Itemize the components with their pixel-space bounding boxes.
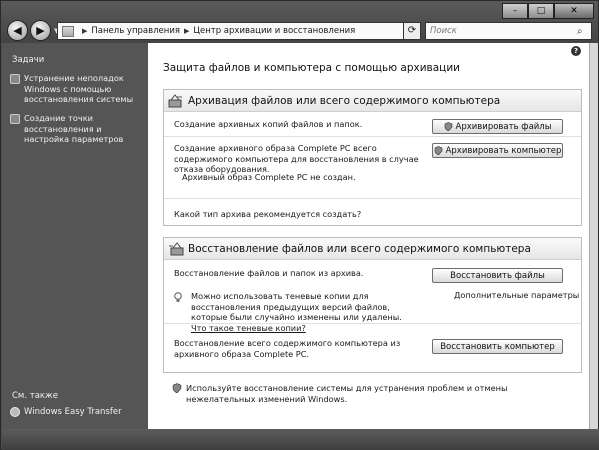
shield-icon: [172, 383, 182, 393]
search-input[interactable]: Поиск: [430, 26, 577, 36]
task-system-restore[interactable]: Устранение неполадок Windows с помощью в…: [10, 73, 144, 105]
chevron-right-icon[interactable]: ▶: [82, 27, 87, 35]
restore-pc-row: Восстановление всего содержимого компьют…: [164, 324, 581, 372]
restore-files-text: Восстановление файлов и папок из архива.: [174, 268, 364, 278]
vertical-scrollbar[interactable]: [589, 43, 598, 429]
backup-heading: Архивация файлов или всего содержимого к…: [188, 94, 501, 107]
backup-pc-status: Архивный образ Complete PC не создан.: [182, 172, 356, 182]
see-also-header: См. также: [12, 391, 58, 401]
window-controls: – □ ✕: [502, 3, 594, 19]
back-arrow-icon: ◀: [13, 24, 22, 37]
title-bar: – □ ✕ ◀ ▶ ▼ ▶ Панель управления ▶ Центр …: [1, 1, 598, 43]
forward-arrow-icon: ▶: [36, 24, 45, 37]
windows-easy-transfer-link[interactable]: Windows Easy Transfer: [10, 407, 122, 417]
backup-pc-row: Создание архивного образа Complete PC вс…: [164, 137, 581, 199]
restore-heading: Восстановление файлов или всего содержим…: [188, 242, 531, 255]
backup-files-row: Создание архивных копий файлов и папок. …: [164, 112, 581, 137]
lightbulb-icon: [174, 292, 182, 302]
backup-computer-button[interactable]: Архивировать компьютер: [432, 143, 563, 158]
backup-type-link[interactable]: Какой тип архива рекомендуется создать?: [174, 209, 361, 219]
task-label[interactable]: Устранение неполадок Windows с помощью в…: [24, 73, 144, 105]
easy-transfer-icon: [10, 407, 20, 417]
control-panel-icon: [62, 25, 74, 37]
task-create-restore-point[interactable]: Создание точки восстановления и настройк…: [10, 113, 144, 145]
shield-icon: [444, 122, 452, 131]
restore-computer-label[interactable]: Восстановить компьютер: [440, 342, 555, 352]
forward-button[interactable]: ▶: [30, 20, 51, 41]
search-box[interactable]: Поиск ⌕: [425, 22, 592, 40]
restore-pc-text: Восстановление всего содержимого компьют…: [174, 338, 401, 359]
refresh-icon: ⟳: [407, 25, 417, 36]
shadow-copies-description: Можно использовать теневые копии для вос…: [191, 291, 402, 322]
help-icon[interactable]: ?: [571, 46, 581, 56]
system-restore-note: Используйте восстановление системы для у…: [186, 383, 508, 404]
window: – □ ✕ ◀ ▶ ▼ ▶ Панель управления ▶ Центр …: [0, 0, 599, 450]
advanced-options-link[interactable]: Дополнительные параметры: [454, 290, 579, 300]
refresh-button[interactable]: ⟳: [403, 22, 421, 40]
backup-computer-label[interactable]: Архивировать компьютер: [446, 146, 562, 156]
maximize-button[interactable]: □: [528, 3, 554, 19]
backup-files-text: Создание архивных копий файлов и папок.: [174, 119, 363, 129]
restore-files-button[interactable]: Восстановить файлы: [432, 268, 563, 283]
restore-files-row: Восстановление файлов и папок из архива.…: [164, 260, 581, 333]
restore-icon: [169, 241, 184, 255]
backup-files-label[interactable]: Архивировать файлы: [456, 122, 552, 132]
search-icon[interactable]: ⌕: [577, 26, 591, 37]
task-pane: Задачи Устранение неполадок Windows с по…: [2, 43, 148, 429]
backup-files-button[interactable]: Архивировать файлы: [432, 119, 563, 134]
status-bar: [2, 429, 599, 450]
navigation-buttons: ◀ ▶ ▼: [7, 20, 59, 41]
restore-computer-button[interactable]: Восстановить компьютер: [432, 339, 563, 354]
breadcrumb-backup-center[interactable]: Центр архивации и восстановления: [193, 26, 355, 36]
shield-icon: [10, 114, 20, 124]
restore-files-label[interactable]: Восстановить файлы: [450, 271, 545, 281]
address-bar[interactable]: ▶ Панель управления ▶ Центр архивации и …: [57, 22, 421, 40]
content-pane: ? Защита файлов и компьютера с помощью а…: [148, 43, 589, 429]
backup-icon: [168, 93, 182, 107]
backup-pc-text: Создание архивного образа Complete PC вс…: [174, 143, 419, 174]
minimize-button[interactable]: –: [502, 3, 528, 19]
close-button[interactable]: ✕: [554, 3, 594, 19]
transfer-label[interactable]: Windows Easy Transfer: [24, 407, 122, 417]
chevron-right-icon[interactable]: ▶: [184, 27, 189, 35]
backup-section-header: Архивация файлов или всего содержимого к…: [164, 90, 581, 112]
shield-icon: [434, 146, 442, 155]
restore-section-header: Восстановление файлов или всего содержим…: [164, 238, 581, 260]
shield-icon: [10, 74, 20, 84]
page-title: Защита файлов и компьютера с помощью арх…: [163, 62, 460, 74]
restore-section: Восстановление файлов или всего содержим…: [163, 237, 582, 373]
backup-section: Архивация файлов или всего содержимого к…: [163, 89, 582, 226]
task-label[interactable]: Создание точки восстановления и настройк…: [24, 113, 144, 145]
tasks-header: Задачи: [12, 55, 45, 65]
back-button[interactable]: ◀: [7, 20, 28, 41]
breadcrumb-control-panel[interactable]: Панель управления: [91, 26, 180, 36]
